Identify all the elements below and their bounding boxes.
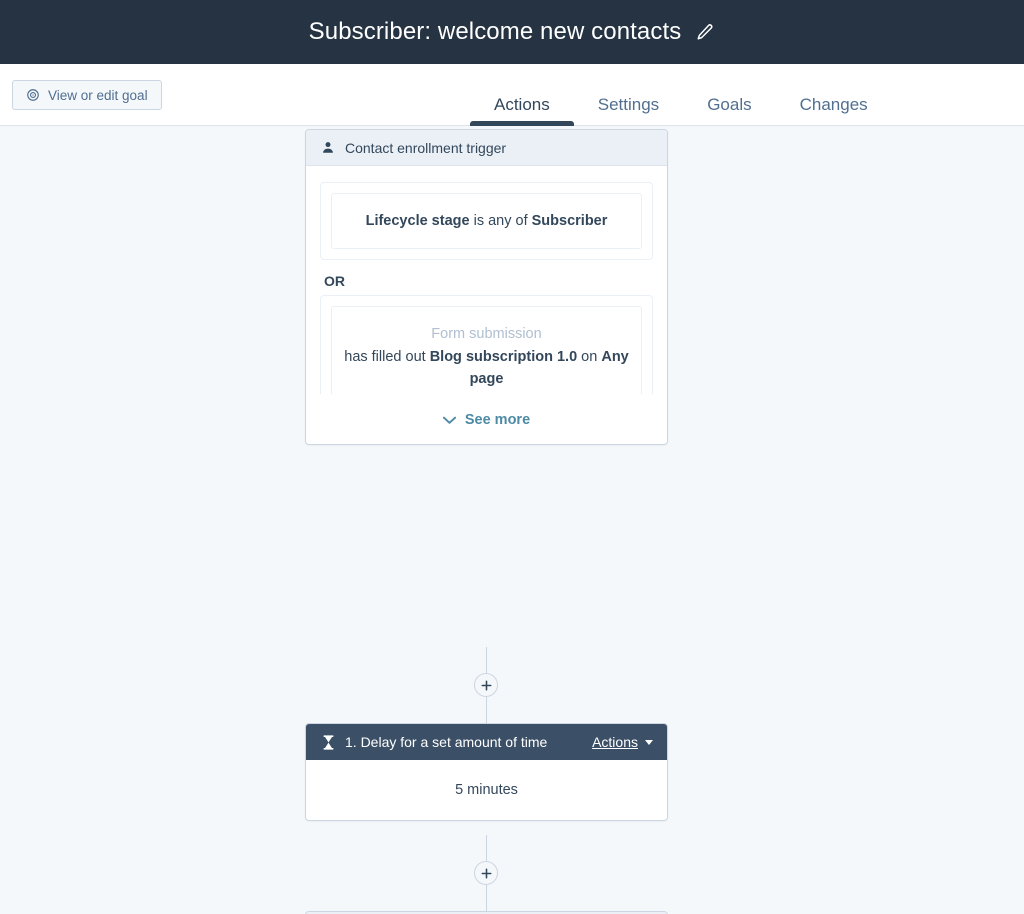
step-value-delay: 5 minutes: [455, 782, 518, 798]
step-header-delay: 1. Delay for a set amount of time Action…: [306, 724, 667, 760]
target-icon: [26, 88, 40, 102]
workflow-step-delay[interactable]: 1. Delay for a set amount of time Action…: [305, 723, 668, 821]
condition-operator: is any of: [469, 213, 532, 229]
plus-icon: [481, 680, 492, 691]
tab-goals[interactable]: Goals: [683, 64, 775, 126]
form-detail-suffix: on: [577, 348, 598, 365]
hourglass-icon: [320, 734, 336, 750]
condition-group-1: Lifecycle stage is any of Subscriber: [320, 182, 653, 261]
tab-settings[interactable]: Settings: [574, 64, 683, 126]
form-submission-detail: has filled out Blog subscription 1.0 on …: [344, 346, 629, 391]
form-detail-form-name: Blog subscription 1.0: [429, 348, 578, 365]
add-step-button-1[interactable]: [474, 673, 498, 697]
enrollment-trigger-card[interactable]: Contact enrollment trigger Lifecycle sta…: [305, 129, 668, 446]
condition-lifecycle-stage[interactable]: Lifecycle stage is any of Subscriber: [331, 193, 642, 250]
step-title-delay: 1. Delay for a set amount of time: [345, 734, 548, 750]
see-more-label: See more: [464, 412, 531, 429]
workflow-tabs: Actions Settings Goals Changes: [470, 64, 892, 126]
plus-icon: [481, 868, 492, 879]
form-detail-prefix: has filled out: [344, 348, 430, 365]
tab-actions[interactable]: Actions: [470, 64, 574, 126]
form-submission-title: Form submission: [431, 326, 542, 343]
page-title: Subscriber: welcome new contacts: [308, 18, 682, 45]
workflow-toolbar: View or edit goal Actions Settings Goals…: [0, 64, 1024, 126]
or-separator-label: OR: [324, 273, 345, 290]
contact-person-icon: [320, 140, 336, 156]
pencil-icon[interactable]: [695, 22, 715, 42]
trigger-card-header: Contact enrollment trigger: [306, 130, 667, 166]
view-or-edit-goal-button[interactable]: View or edit goal: [12, 80, 162, 110]
condition-form-submission[interactable]: Form submission has filled out Blog subs…: [331, 306, 642, 395]
condition-value: Subscriber: [531, 213, 608, 229]
tab-changes[interactable]: Changes: [776, 64, 892, 126]
trigger-card-title: Contact enrollment trigger: [345, 139, 507, 156]
chevron-down-icon: [645, 739, 653, 745]
chevron-down-icon: [442, 416, 456, 425]
workflow-canvas: Contact enrollment trigger Lifecycle sta…: [0, 126, 1024, 914]
condition-group-2: Form submission has filled out Blog subs…: [320, 295, 653, 395]
step-actions-menu-delay[interactable]: Actions: [592, 734, 653, 750]
goal-button-label: View or edit goal: [48, 87, 148, 103]
trigger-card-body: Lifecycle stage is any of Subscriber OR …: [306, 166, 667, 444]
see-more-button[interactable]: See more: [320, 412, 653, 428]
app-titlebar: Subscriber: welcome new contacts: [0, 0, 1024, 64]
condition-property: Lifecycle stage: [365, 213, 470, 229]
add-step-button-2[interactable]: [474, 861, 498, 885]
step-actions-label: Actions: [592, 734, 638, 750]
